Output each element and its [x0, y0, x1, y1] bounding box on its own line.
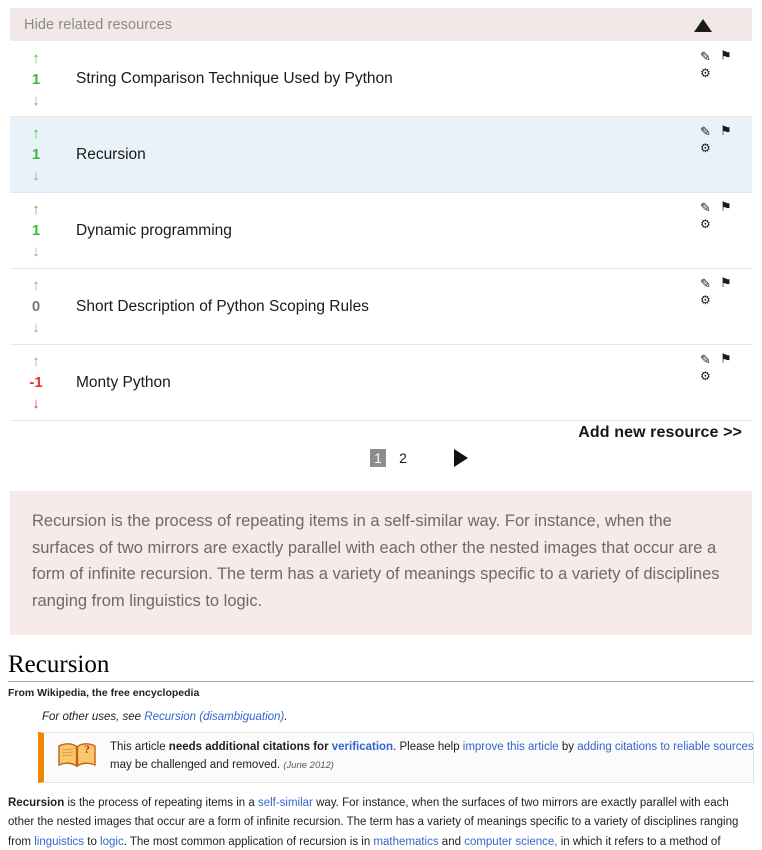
- hatnote-prefix: For other uses, see: [42, 710, 145, 723]
- body-t3: to: [84, 836, 101, 849]
- hatnote-disambiguation-link[interactable]: Recursion (disambiguation): [144, 711, 284, 723]
- resource-row[interactable]: ↑ -1 ↓ Monty Python ✎ ⚑ ⚙: [10, 345, 752, 421]
- upvote-arrow-icon[interactable]: ↑: [32, 48, 40, 68]
- article-body: Recursion is the process of repeating it…: [8, 794, 754, 850]
- resource-row[interactable]: ↑ 1 ↓ Dynamic programming ✎ ⚑ ⚙: [10, 193, 752, 269]
- body-term: Recursion: [8, 796, 65, 809]
- resource-actions: ✎ ⚑ ⚙: [682, 42, 752, 116]
- computer-science-link[interactable]: computer science,: [464, 836, 557, 848]
- downvote-arrow-icon[interactable]: ↓: [32, 166, 40, 186]
- body-t4: . The most common application of recursi…: [123, 836, 374, 849]
- mathematics-link[interactable]: mathematics: [373, 836, 438, 848]
- flag-icon[interactable]: ⚑: [720, 124, 732, 137]
- vote-control: ↑ 1 ↓: [10, 42, 56, 116]
- article-title: Recursion: [8, 651, 754, 682]
- collapse-panel-button[interactable]: [691, 14, 715, 36]
- gear-icon[interactable]: ⚙: [700, 370, 711, 382]
- flag-icon[interactable]: ⚑: [720, 49, 732, 62]
- body-t1: is the process of repeating items in a: [64, 796, 258, 809]
- resource-actions: ✎ ⚑ ⚙: [682, 193, 752, 268]
- pencil-icon[interactable]: ✎: [700, 201, 711, 214]
- vote-score: 1: [31, 222, 41, 239]
- ambox-t4: by: [558, 740, 578, 753]
- resource-row[interactable]: ↑ 1 ↓ Recursion ✎ ⚑ ⚙: [10, 117, 752, 193]
- gear-icon[interactable]: ⚙: [700, 142, 711, 154]
- resource-actions: ✎ ⚑ ⚙: [682, 269, 752, 344]
- pencil-icon[interactable]: ✎: [700, 277, 711, 290]
- vote-score: 1: [31, 70, 41, 88]
- resource-title[interactable]: Recursion: [56, 117, 682, 192]
- body-t5: and: [438, 836, 465, 849]
- pencil-icon[interactable]: ✎: [700, 353, 711, 366]
- pagination: 12: [370, 449, 468, 467]
- resource-title[interactable]: Short Description of Python Scoping Rule…: [56, 269, 682, 344]
- wikipedia-article: Recursion From Wikipedia, the free encyc…: [8, 651, 754, 850]
- downvote-arrow-icon[interactable]: ↓: [32, 318, 40, 338]
- upvote-arrow-icon[interactable]: ↑: [32, 200, 40, 220]
- vote-control: ↑ 0 ↓: [10, 269, 56, 344]
- resource-row[interactable]: ↑ 0 ↓ Short Description of Python Scoping R…: [10, 269, 752, 345]
- ambox-t3: . Please help: [393, 740, 463, 753]
- related-resources-header: Hide related resources: [10, 8, 752, 41]
- downvote-arrow-icon[interactable]: ↓: [32, 90, 40, 110]
- article-hatnote: For other uses, see Recursion (disambigu…: [42, 711, 754, 723]
- next-page-button[interactable]: [454, 449, 468, 467]
- vote-score: 1: [31, 146, 41, 163]
- vote-score: 0: [31, 298, 41, 315]
- citation-notice-text: This article needs additional citations …: [110, 739, 753, 775]
- pencil-icon[interactable]: ✎: [700, 125, 711, 138]
- linguistics-link[interactable]: linguistics: [34, 836, 84, 848]
- vote-score: -1: [29, 374, 43, 391]
- self-similar-link[interactable]: self-similar: [258, 797, 313, 809]
- page-1-button[interactable]: 1: [370, 449, 386, 467]
- resource-actions: ✎ ⚑ ⚙: [682, 345, 752, 420]
- adding-citations-link[interactable]: adding citations to reliable sources: [577, 741, 753, 753]
- gear-icon[interactable]: ⚙: [700, 294, 711, 306]
- downvote-arrow-icon[interactable]: ↓: [32, 394, 40, 414]
- resource-title[interactable]: String Comparison Technique Used by Pyth…: [56, 42, 682, 116]
- downvote-arrow-icon[interactable]: ↓: [32, 242, 40, 262]
- gear-icon[interactable]: ⚙: [700, 67, 711, 79]
- page-2-button[interactable]: 2: [395, 449, 411, 467]
- article-paragraph-1: Recursion is the process of repeating it…: [8, 794, 754, 850]
- vote-control: ↑ 1 ↓: [10, 117, 56, 192]
- hide-related-resources-label[interactable]: Hide related resources: [24, 17, 172, 33]
- add-new-resource-link[interactable]: Add new resource >>: [578, 424, 742, 442]
- ambox-t2: needs additional citations for: [168, 740, 332, 753]
- upvote-arrow-icon[interactable]: ↑: [32, 352, 40, 372]
- verification-link[interactable]: verification: [332, 741, 393, 753]
- ambox-date: (June 2012): [283, 759, 334, 771]
- article-source-line: From Wikipedia, the free encyclopedia: [8, 686, 200, 699]
- resource-title[interactable]: Dynamic programming: [56, 193, 682, 268]
- resource-list-footer: Add new resource >> 12: [10, 421, 752, 483]
- pencil-icon[interactable]: ✎: [700, 50, 711, 63]
- flag-icon[interactable]: ⚑: [720, 276, 732, 289]
- ambox-t1: This article: [110, 740, 169, 753]
- resource-summary-box: Recursion is the process of repeating it…: [10, 491, 752, 635]
- triangle-up-icon: [694, 18, 712, 32]
- resource-actions: ✎ ⚑ ⚙: [682, 117, 752, 192]
- related-resources-panel: Hide related resources ↑ 1 ↓ String Compari…: [0, 0, 762, 483]
- resource-row[interactable]: ↑ 1 ↓ String Comparison Technique Used by P…: [10, 41, 752, 117]
- flag-icon[interactable]: ⚑: [720, 200, 732, 213]
- resource-title[interactable]: Monty Python: [56, 345, 682, 420]
- citation-notice-box: ? This article needs additional citation…: [38, 731, 754, 783]
- upvote-arrow-icon[interactable]: ↑: [32, 124, 40, 144]
- flag-icon[interactable]: ⚑: [720, 352, 732, 365]
- resource-list: ↑ 1 ↓ String Comparison Technique Used by P…: [10, 41, 752, 421]
- book-question-icon: ?: [44, 739, 110, 769]
- svg-text:?: ?: [84, 742, 90, 756]
- vote-control: ↑ 1 ↓: [10, 193, 56, 268]
- logic-link[interactable]: logic: [100, 836, 124, 848]
- vote-control: ↑ -1 ↓: [10, 345, 56, 420]
- upvote-arrow-icon[interactable]: ↑: [32, 276, 40, 296]
- ambox-line2: may be challenged and removed.: [110, 758, 281, 771]
- hatnote-suffix: .: [284, 710, 288, 723]
- improve-article-link[interactable]: improve this article: [463, 741, 559, 753]
- gear-icon[interactable]: ⚙: [700, 218, 711, 230]
